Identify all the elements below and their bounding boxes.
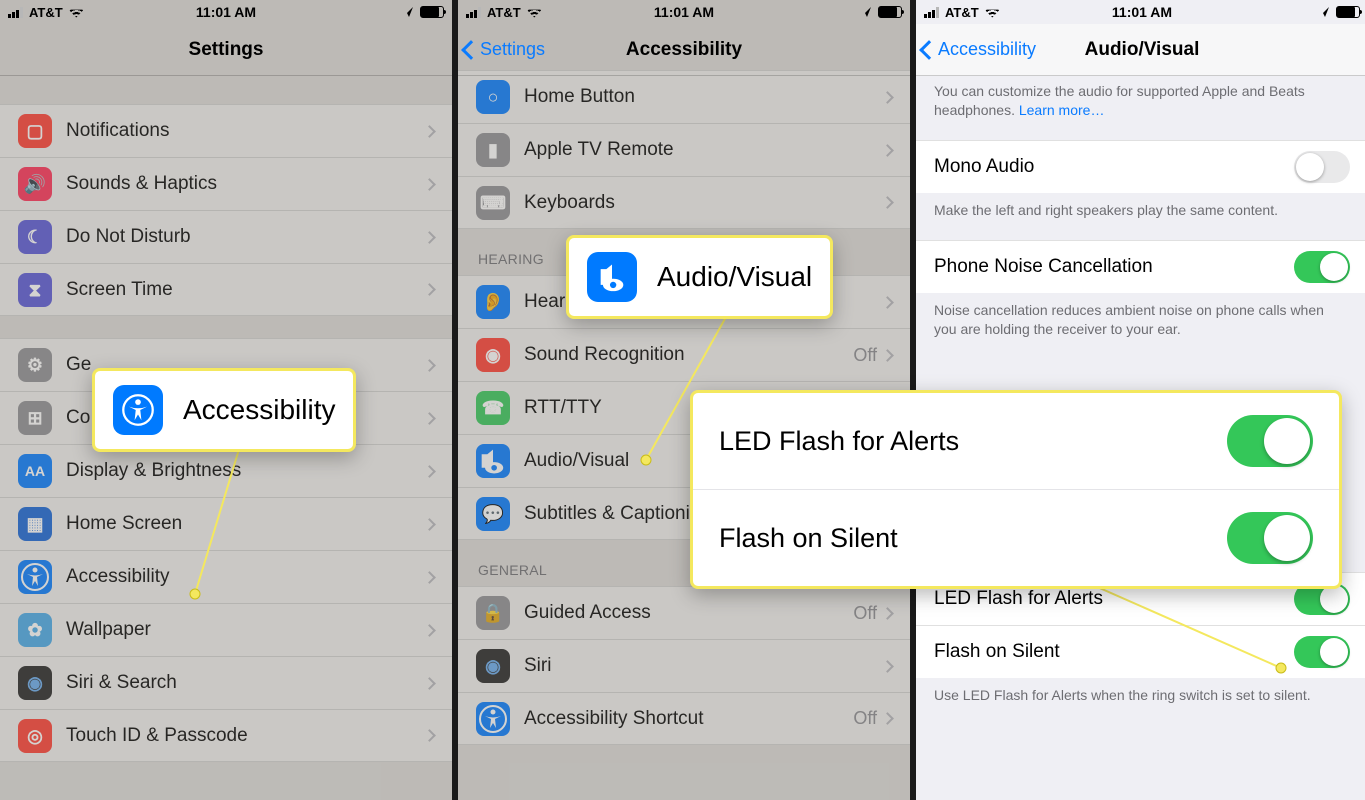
chevron-right-icon <box>423 729 436 742</box>
switches-icon: ⊞ <box>27 409 42 427</box>
row-sounds[interactable]: 🔊Sounds & Haptics <box>0 157 452 210</box>
battery-icon <box>1336 6 1360 18</box>
chevron-right-icon <box>881 144 894 157</box>
chevron-right-icon <box>881 91 894 104</box>
ear-icon: 👂 <box>482 293 504 311</box>
clock-label: 11:01 AM <box>458 4 910 20</box>
siri-icon: ◉ <box>27 674 43 692</box>
siri-icon: ◉ <box>485 657 501 675</box>
nav-bar: Settings Accessibility <box>458 24 910 76</box>
row-wallpaper[interactable]: ✿Wallpaper <box>0 603 452 656</box>
accessibility-icon <box>478 704 508 734</box>
chevron-right-icon <box>423 624 436 637</box>
back-button[interactable]: Settings <box>464 24 545 75</box>
chevron-right-icon <box>881 349 894 362</box>
led-flash-toggle-callout[interactable] <box>1227 415 1313 467</box>
row-accessibility[interactable]: Accessibility <box>0 550 452 603</box>
status-bar: AT&T 11:01 AM <box>916 0 1365 24</box>
row-guided-access[interactable]: 🔒Guided AccessOff <box>458 586 910 639</box>
row-touchid[interactable]: ◎Touch ID & Passcode <box>0 709 452 762</box>
chevron-right-icon <box>423 412 436 425</box>
moon-icon: ☾ <box>27 228 43 246</box>
chevron-left-icon <box>461 40 481 60</box>
chevron-right-icon <box>881 660 894 673</box>
callout-flash-alerts: LED Flash for Alerts Flash on Silent <box>690 390 1342 589</box>
noise-cancel-toggle[interactable] <box>1294 251 1350 283</box>
chevron-left-icon <box>919 40 939 60</box>
group-alerts: ▢Notifications 🔊Sounds & Haptics ☾Do Not… <box>0 104 452 316</box>
row-tv-remote[interactable]: ▮Apple TV Remote <box>458 123 910 176</box>
row-keyboards[interactable]: ⌨︎Keyboards <box>458 176 910 229</box>
grid-icon: ▦ <box>26 515 43 533</box>
chevron-right-icon <box>423 359 436 372</box>
chevron-right-icon <box>423 518 436 531</box>
chevron-right-icon <box>881 196 894 209</box>
row-mono-audio[interactable]: Mono Audio <box>916 140 1365 193</box>
group-physical: ○Home Button ▮Apple TV Remote ⌨︎Keyboard… <box>458 70 910 229</box>
remote-icon: ▮ <box>488 141 498 159</box>
row-notifications[interactable]: ▢Notifications <box>0 104 452 157</box>
row-sound-recognition[interactable]: ◉Sound RecognitionOff <box>458 328 910 381</box>
mono-note: Make the left and right speakers play th… <box>916 193 1365 240</box>
chevron-right-icon <box>423 283 436 296</box>
row-accessibility-shortcut[interactable]: Accessibility ShortcutOff <box>458 692 910 745</box>
chevron-right-icon <box>881 296 894 309</box>
flower-icon: ✿ <box>27 621 42 639</box>
audio-visual-icon <box>595 260 629 294</box>
notifications-icon: ▢ <box>26 122 43 140</box>
hourglass-icon: ⧗ <box>29 281 42 299</box>
battery-icon <box>420 6 444 18</box>
row-siri[interactable]: ◉Siri & Search <box>0 656 452 709</box>
chevron-right-icon <box>423 677 436 690</box>
chevron-right-icon <box>423 231 436 244</box>
chevron-right-icon <box>881 607 894 620</box>
accessibility-icon <box>121 393 155 427</box>
mono-audio-toggle[interactable] <box>1294 151 1350 183</box>
caption-icon: 💬 <box>482 505 504 523</box>
row-siri[interactable]: ◉Siri <box>458 639 910 692</box>
clock-label: 11:01 AM <box>0 4 452 20</box>
flash-silent-toggle-callout[interactable] <box>1227 512 1313 564</box>
silent-note: Use LED Flash for Alerts when the ring s… <box>916 678 1365 725</box>
callout-accessibility: Accessibility <box>92 368 356 452</box>
accessibility-icon <box>20 562 50 592</box>
page-title: Audio/Visual <box>1085 39 1200 61</box>
chevron-right-icon <box>423 571 436 584</box>
chevron-right-icon <box>423 178 436 191</box>
wave-icon: ◉ <box>485 346 501 364</box>
noise-note: Noise cancellation reduces ambient noise… <box>916 293 1365 359</box>
fingerprint-icon: ◎ <box>27 727 43 745</box>
clock-label: 11:01 AM <box>916 4 1365 20</box>
nav-bar: Settings <box>0 24 452 76</box>
audio-visual-icon <box>476 444 510 478</box>
row-homescreen[interactable]: ▦Home Screen <box>0 497 452 550</box>
status-bar: AT&T 11:01 AM <box>0 0 452 24</box>
row-noise-cancel[interactable]: Phone Noise Cancellation <box>916 240 1365 293</box>
keyboard-icon: ⌨︎ <box>480 194 506 212</box>
chevron-right-icon <box>423 465 436 478</box>
home-button-icon: ○ <box>488 88 499 106</box>
lock-icon: 🔒 <box>482 604 504 622</box>
phone-icon: ☎︎ <box>482 399 504 417</box>
sounds-icon: 🔊 <box>24 175 46 193</box>
chevron-right-icon <box>881 712 894 725</box>
page-title: Settings <box>189 39 264 61</box>
gear-icon: ⚙︎ <box>27 356 43 374</box>
row-flash-silent[interactable]: Flash on Silent <box>916 625 1365 678</box>
group-general: GENERAL 🔒Guided AccessOff ◉Siri Accessib… <box>458 562 910 745</box>
nav-bar: Accessibility Audio/Visual <box>916 24 1365 76</box>
status-bar: AT&T 11:01 AM <box>458 0 910 24</box>
page-title: Accessibility <box>626 39 742 61</box>
learn-more-link[interactable]: Learn more… <box>1019 102 1105 118</box>
battery-icon <box>878 6 902 18</box>
headphone-note: You can customize the audio for supporte… <box>916 76 1365 140</box>
row-screentime[interactable]: ⧗Screen Time <box>0 263 452 316</box>
flash-silent-toggle[interactable] <box>1294 636 1350 668</box>
row-dnd[interactable]: ☾Do Not Disturb <box>0 210 452 263</box>
row-home-button[interactable]: ○Home Button <box>458 70 910 123</box>
callout-audio-visual: Audio/Visual <box>566 235 833 319</box>
chevron-right-icon <box>423 125 436 138</box>
back-button[interactable]: Accessibility <box>922 24 1036 75</box>
